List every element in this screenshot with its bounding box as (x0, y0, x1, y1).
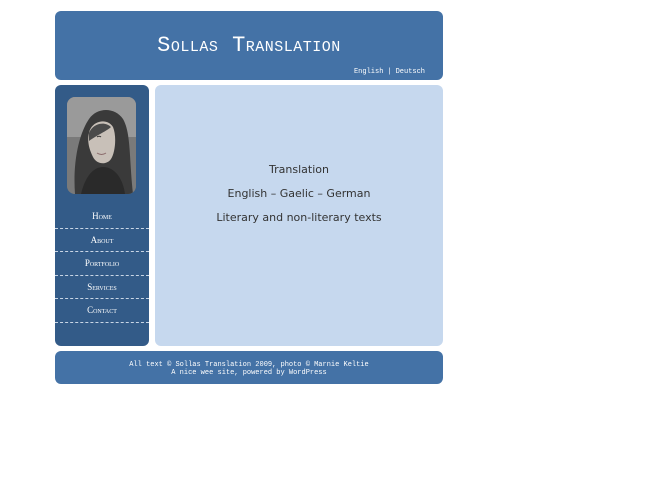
language-switcher: English | Deutsch (354, 68, 425, 76)
site-title[interactable]: Sollas Translation (55, 33, 443, 58)
lang-separator: | (387, 68, 392, 76)
nav-item-home[interactable]: Home (55, 205, 149, 229)
footer-copyright: All text © Sollas Translation 2009, phot… (129, 361, 369, 369)
site-footer: All text © Sollas Translation 2009, phot… (55, 351, 443, 384)
nav-item-contact[interactable]: Contact (55, 299, 149, 323)
portrait-image (67, 97, 136, 194)
content-line-languages: English – Gaelic – German (227, 187, 371, 200)
content-line-translation: Translation (269, 163, 329, 176)
lang-deutsch-link[interactable]: Deutsch (396, 68, 425, 76)
main-nav: Home About Portfolio Services Contact (55, 205, 149, 323)
main-content: Translation English – Gaelic – German Li… (155, 85, 443, 346)
nav-item-services[interactable]: Services (55, 276, 149, 299)
sidebar: Home About Portfolio Services Contact (55, 85, 149, 346)
content-line-texts: Literary and non-literary texts (216, 211, 382, 224)
profile-photo (67, 97, 136, 194)
footer-powered-by: A nice wee site, powered by WordPress (171, 369, 327, 377)
nav-item-portfolio[interactable]: Portfolio (55, 252, 149, 276)
lang-english-link[interactable]: English (354, 68, 383, 76)
nav-item-about[interactable]: About (55, 229, 149, 252)
site-header: Sollas Translation English | Deutsch (55, 11, 443, 80)
